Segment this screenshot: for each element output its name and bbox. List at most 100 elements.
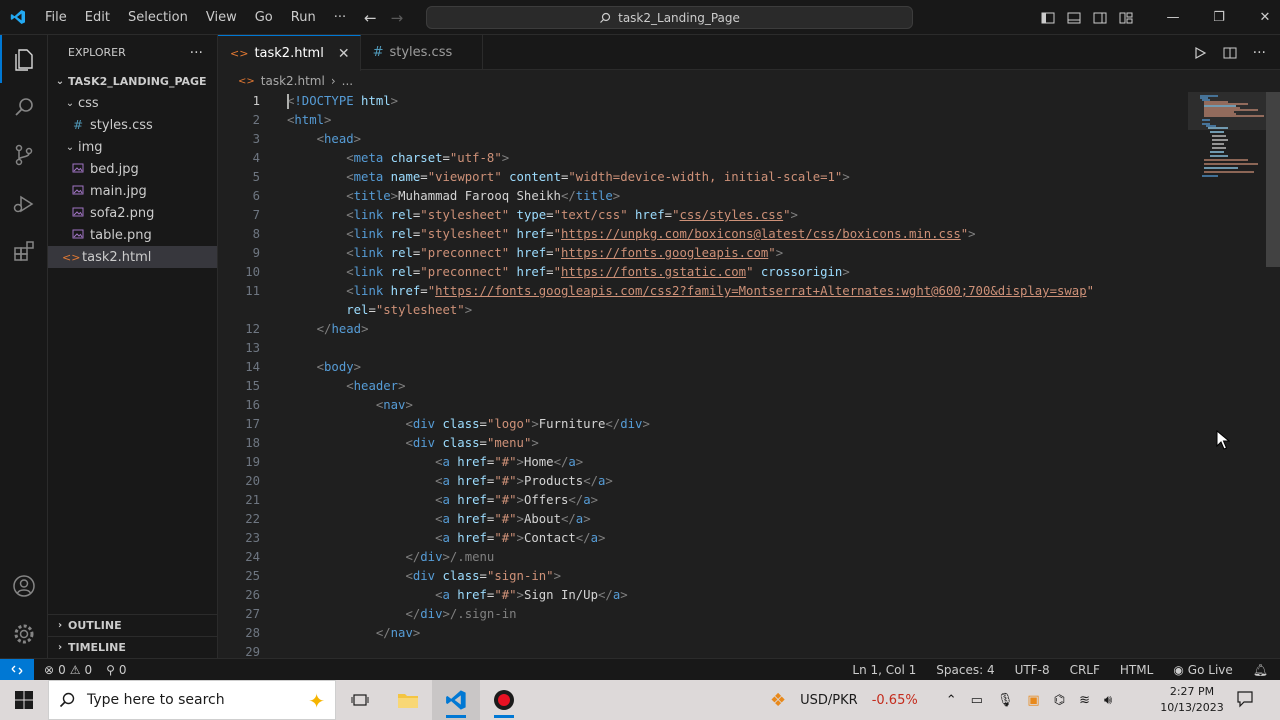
- scrollbar-thumb[interactable]: [1266, 92, 1280, 267]
- code-line[interactable]: 28 </nav>: [218, 624, 1188, 643]
- minimize-icon[interactable]: —: [1150, 10, 1196, 25]
- problems-indicator[interactable]: ⊗ 0 ⚠ 0: [44, 663, 92, 677]
- vertical-scrollbar[interactable]: [1266, 92, 1280, 658]
- menu-view[interactable]: View: [197, 0, 246, 35]
- restore-icon[interactable]: ❐: [1196, 10, 1242, 25]
- source-control-icon[interactable]: [0, 131, 48, 179]
- code-line[interactable]: 9 <link rel="preconnect" href="https://f…: [218, 244, 1188, 263]
- outline-section[interactable]: › OUTLINE: [48, 614, 218, 636]
- taskbar-clock[interactable]: 2:27 PM 10/13/2023: [1152, 684, 1232, 716]
- code-line[interactable]: 1 <!DOCTYPE html>: [218, 92, 1188, 111]
- menu-selection[interactable]: Selection: [119, 0, 197, 35]
- tree-file-sofa2-png[interactable]: sofa2.png: [48, 202, 217, 224]
- code-line[interactable]: 29: [218, 643, 1188, 658]
- language-mode[interactable]: HTML: [1120, 663, 1153, 677]
- close-tab-icon[interactable]: ✕: [338, 46, 350, 62]
- toggle-panel-icon[interactable]: [1066, 10, 1082, 26]
- tab-styles-css[interactable]: # styles.css: [361, 35, 484, 70]
- code-line[interactable]: 23 <a href="#">Contact</a>: [218, 529, 1188, 548]
- close-window-icon[interactable]: ✕: [1242, 10, 1280, 25]
- screen-recorder-icon[interactable]: [480, 680, 528, 720]
- code-line[interactable]: 12 </head>: [218, 320, 1188, 339]
- menu-go[interactable]: Go: [246, 0, 282, 35]
- indentation[interactable]: Spaces: 4: [936, 663, 994, 677]
- tree-folder-img[interactable]: ⌄ img: [48, 136, 217, 158]
- customize-layout-icon[interactable]: [1118, 10, 1134, 26]
- file-explorer-icon[interactable]: [384, 680, 432, 720]
- notification-center-icon[interactable]: [1236, 690, 1254, 712]
- wifi-icon[interactable]: ≋: [1079, 693, 1090, 708]
- tree-folder-css[interactable]: ⌄ css: [48, 92, 217, 114]
- encoding[interactable]: UTF-8: [1015, 663, 1050, 677]
- breadcrumb-more[interactable]: ...: [342, 74, 353, 88]
- code-line[interactable]: 20 <a href="#">Products</a>: [218, 472, 1188, 491]
- code-line[interactable]: 14 <body>: [218, 358, 1188, 377]
- code-line[interactable]: 6 <title>Muhammad Farooq Sheikh</title>: [218, 187, 1188, 206]
- accounts-icon[interactable]: [0, 562, 48, 610]
- more-actions-icon[interactable]: ···: [1253, 45, 1266, 61]
- cursor-position[interactable]: Ln 1, Col 1: [852, 663, 916, 677]
- go-live-button[interactable]: ◉ Go Live: [1173, 663, 1232, 677]
- workspace-root[interactable]: ⌄ TASK2_LANDING_PAGE: [48, 70, 217, 92]
- vscode-taskbar-icon[interactable]: [432, 680, 480, 720]
- code-line[interactable]: 2 <html>: [218, 111, 1188, 130]
- taskbar-search[interactable]: Type here to search ✦: [48, 680, 336, 720]
- split-editor-icon[interactable]: [1223, 46, 1237, 60]
- code-line[interactable]: 16 <nav>: [218, 396, 1188, 415]
- code-line[interactable]: 7 <link rel="stylesheet" type="text/css"…: [218, 206, 1188, 225]
- forward-arrow-icon[interactable]: →: [391, 9, 404, 27]
- code-line[interactable]: rel="stylesheet">: [218, 301, 1188, 320]
- code-line[interactable]: 4 <meta charset="utf-8">: [218, 149, 1188, 168]
- tree-file-table-png[interactable]: table.png: [48, 224, 217, 246]
- run-debug-icon[interactable]: [0, 179, 48, 227]
- code-line[interactable]: 13: [218, 339, 1188, 358]
- toggle-primary-sidebar-icon[interactable]: [1040, 10, 1056, 26]
- menu-more[interactable]: ···: [325, 0, 355, 35]
- code-line[interactable]: 21 <a href="#">Offers</a>: [218, 491, 1188, 510]
- app-tray-icon[interactable]: ▣: [1027, 693, 1039, 708]
- menu-file[interactable]: File: [36, 0, 76, 35]
- code-line[interactable]: 8 <link rel="stylesheet" href="https://u…: [218, 225, 1188, 244]
- code-line[interactable]: 26 <a href="#">Sign In/Up</a>: [218, 586, 1188, 605]
- ports-indicator[interactable]: ⚲ 0: [106, 663, 126, 677]
- remote-indicator-icon[interactable]: [0, 658, 34, 681]
- code-line[interactable]: 27 </div>/.sign-in: [218, 605, 1188, 624]
- tab-task2-html[interactable]: <> task2.html ✕: [218, 35, 361, 71]
- manage-gear-icon[interactable]: [0, 610, 48, 658]
- tree-file-styles-css[interactable]: # styles.css: [48, 114, 217, 136]
- menu-run[interactable]: Run: [282, 0, 325, 35]
- explorer-icon[interactable]: [0, 35, 48, 83]
- task-view-icon[interactable]: [336, 680, 384, 720]
- windows-start-icon[interactable]: [0, 680, 48, 720]
- code-line[interactable]: 15 <header>: [218, 377, 1188, 396]
- code-line[interactable]: 22 <a href="#">About</a>: [218, 510, 1188, 529]
- network-device-icon[interactable]: ⌬: [1054, 693, 1065, 708]
- ticker-symbol[interactable]: USD/PKR: [800, 693, 858, 708]
- code-line[interactable]: 24 </div>/.menu: [218, 548, 1188, 567]
- extensions-icon[interactable]: [0, 227, 48, 275]
- code-line[interactable]: 18 <div class="menu">: [218, 434, 1188, 453]
- code-line[interactable]: 5 <meta name="viewport" content="width=d…: [218, 168, 1188, 187]
- code-line[interactable]: 11 <link href="https://fonts.googleapis.…: [218, 282, 1188, 301]
- code-line[interactable]: 3 <head>: [218, 130, 1188, 149]
- tablet-icon[interactable]: ▭: [971, 693, 983, 708]
- volume-icon[interactable]: 🔊︎: [1104, 693, 1112, 708]
- code-line[interactable]: 19 <a href="#">Home</a>: [218, 453, 1188, 472]
- notifications-bell-icon[interactable]: 🔔︎: [1253, 663, 1268, 677]
- minimap[interactable]: [1188, 92, 1268, 658]
- tree-file-bed-jpg[interactable]: bed.jpg: [48, 158, 217, 180]
- timeline-section[interactable]: › TIMELINE: [48, 636, 218, 658]
- toggle-secondary-sidebar-icon[interactable]: [1092, 10, 1108, 26]
- code-line[interactable]: 25 <div class="sign-in">: [218, 567, 1188, 586]
- tree-file-task2-html[interactable]: <> task2.html: [48, 246, 217, 268]
- menu-edit[interactable]: Edit: [76, 0, 119, 35]
- code-line[interactable]: 10 <link rel="preconnect" href="https://…: [218, 263, 1188, 282]
- microphone-icon[interactable]: 🎙︎: [997, 693, 1014, 708]
- back-arrow-icon[interactable]: ←: [364, 9, 377, 27]
- chevron-up-icon[interactable]: ⌃: [946, 693, 957, 708]
- command-center[interactable]: task2_Landing_Page: [426, 6, 913, 29]
- code-editor[interactable]: 1 <!DOCTYPE html> 2 <html> 3 <head> 4 <meta c…: [218, 92, 1188, 658]
- explorer-more-icon[interactable]: ···: [190, 45, 203, 61]
- run-icon[interactable]: [1193, 46, 1207, 60]
- code-line[interactable]: 17 <div class="logo">Furniture</div>: [218, 415, 1188, 434]
